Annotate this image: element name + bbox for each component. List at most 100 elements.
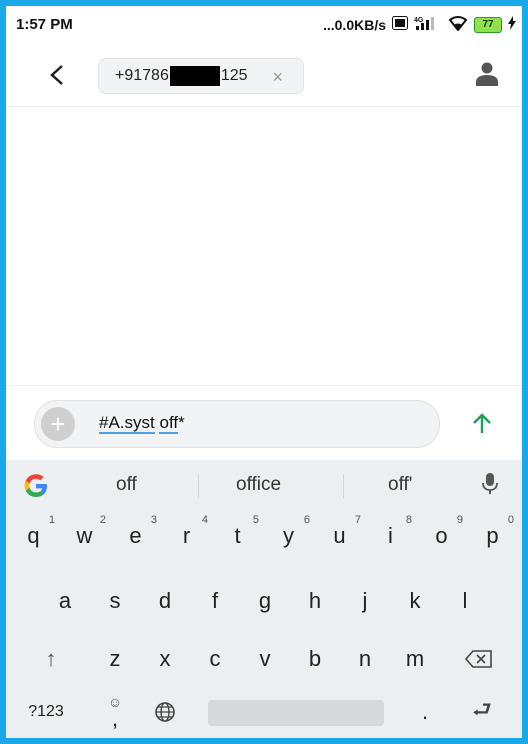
key-j[interactable]: j xyxy=(340,575,390,627)
key-u[interactable]: u7 xyxy=(314,510,365,562)
key-x[interactable]: x xyxy=(140,633,190,685)
suggestion-3[interactable]: off' xyxy=(388,474,412,496)
network-type-label: 4G xyxy=(414,17,424,24)
key-label: u xyxy=(333,523,346,548)
redacted-block xyxy=(169,66,220,86)
key-s[interactable]: s xyxy=(90,575,140,627)
key-b[interactable]: b xyxy=(290,633,340,685)
key-y[interactable]: y6 xyxy=(263,510,314,562)
key-hint: 7 xyxy=(354,514,361,526)
key-label: o xyxy=(435,523,448,548)
key-k[interactable]: k xyxy=(390,575,440,627)
clear-recipient-icon[interactable]: × xyxy=(272,67,283,88)
key-v[interactable]: v xyxy=(240,633,290,685)
google-icon[interactable] xyxy=(22,472,50,500)
key-hint: 2 xyxy=(99,514,106,526)
suggestion-strip: off office off' xyxy=(6,460,522,510)
symbols-key[interactable]: ?123 xyxy=(14,686,78,738)
key-row-4: ?123 ☺ , . ⮐ xyxy=(6,686,522,738)
key-r[interactable]: r4 xyxy=(161,510,212,562)
key-hint: 6 xyxy=(303,514,310,526)
key-n[interactable]: n xyxy=(340,633,390,685)
key-t[interactable]: t5 xyxy=(212,510,263,562)
send-button[interactable] xyxy=(468,410,496,438)
key-label: i xyxy=(388,523,393,548)
keyboard: off office off' q1 w2 e3 r4 t5 y6 u7 i8 xyxy=(6,460,522,738)
key-hint: 9 xyxy=(456,514,463,526)
key-hint: 0 xyxy=(507,514,514,526)
key-d[interactable]: d xyxy=(140,575,190,627)
key-label: q xyxy=(27,523,40,548)
suggestion-divider xyxy=(198,474,199,498)
microphone-icon xyxy=(482,473,498,494)
key-w[interactable]: w2 xyxy=(59,510,110,562)
status-bar: 1:57 PM ...0.0KB/s 4G 77 xyxy=(6,6,522,40)
composing-word-2: off xyxy=(159,413,179,434)
suggestion-2[interactable]: office xyxy=(236,474,281,496)
key-l[interactable]: l xyxy=(440,575,490,627)
signal-icon: 4G xyxy=(414,15,442,34)
emoji-key[interactable]: ☺ , xyxy=(90,686,140,738)
suggestion-1[interactable]: off xyxy=(116,474,137,496)
charging-icon xyxy=(508,16,516,33)
key-i[interactable]: i8 xyxy=(365,510,416,562)
key-o[interactable]: o9 xyxy=(416,510,467,562)
key-label: y xyxy=(283,523,294,548)
composing-tail: * xyxy=(178,413,185,432)
key-h[interactable]: h xyxy=(290,575,340,627)
key-f[interactable]: f xyxy=(190,575,240,627)
space-key[interactable] xyxy=(208,700,384,726)
comma-label: , xyxy=(111,706,119,731)
key-hint: 3 xyxy=(150,514,157,526)
key-label: r xyxy=(182,523,191,548)
key-row-2: a s d f g h j k l xyxy=(6,575,522,627)
suggestion-divider xyxy=(343,474,344,498)
language-key[interactable] xyxy=(140,686,190,738)
network-speed: ...0.0KB/s xyxy=(322,16,386,33)
message-input[interactable]: + #A.syst off* xyxy=(34,400,440,448)
backspace-icon xyxy=(464,650,492,668)
key-hint: 5 xyxy=(252,514,259,526)
key-label: t xyxy=(234,523,241,548)
key-row-3: ↑ z x c v b n m xyxy=(6,633,522,685)
period-key[interactable]: . xyxy=(400,686,450,738)
key-c[interactable]: c xyxy=(190,633,240,685)
key-label: p xyxy=(486,523,499,548)
mic-button[interactable] xyxy=(482,472,498,501)
back-arrow-icon xyxy=(50,65,63,85)
attach-button[interactable]: + xyxy=(41,407,75,441)
globe-icon xyxy=(155,702,175,722)
key-m[interactable]: m xyxy=(390,633,440,685)
key-p[interactable]: p0 xyxy=(467,510,518,562)
key-hint: 1 xyxy=(48,514,55,526)
send-arrow-icon xyxy=(473,413,491,433)
status-icons: ...0.0KB/s 4G 77 xyxy=(323,15,516,34)
key-z[interactable]: z xyxy=(90,633,140,685)
volte-icon xyxy=(392,16,408,33)
key-label: e xyxy=(129,523,142,548)
screen: 1:57 PM ...0.0KB/s 4G 77 +91786 125 × + … xyxy=(6,6,522,738)
backspace-key[interactable] xyxy=(454,633,504,685)
composing-word-1: #A.syst xyxy=(99,413,155,434)
key-hint: 8 xyxy=(405,514,412,526)
battery-icon: 77 xyxy=(474,16,502,33)
person-icon xyxy=(476,62,498,86)
key-g[interactable]: g xyxy=(240,575,290,627)
recipient-chip[interactable]: +91786 125 × xyxy=(98,58,304,94)
key-q[interactable]: q1 xyxy=(8,510,59,562)
back-button[interactable] xyxy=(42,60,72,90)
message-text: #A.syst off* xyxy=(99,413,185,434)
shift-key[interactable]: ↑ xyxy=(26,633,76,685)
key-row-1: q1 w2 e3 r4 t5 y6 u7 i8 o9 p0 xyxy=(6,510,522,562)
key-e[interactable]: e3 xyxy=(110,510,161,562)
conversation-header: +91786 125 × xyxy=(6,46,522,107)
key-label: w xyxy=(76,523,93,548)
recipient-number-suffix: 125 xyxy=(220,67,248,84)
recipient-number-prefix: +91786 xyxy=(115,67,169,84)
key-hint: 4 xyxy=(201,514,208,526)
key-a[interactable]: a xyxy=(40,575,90,627)
contact-button[interactable] xyxy=(476,62,498,91)
enter-key[interactable]: ⮐ xyxy=(454,686,510,738)
message-thread xyxy=(6,107,522,386)
wifi-icon xyxy=(448,15,468,34)
